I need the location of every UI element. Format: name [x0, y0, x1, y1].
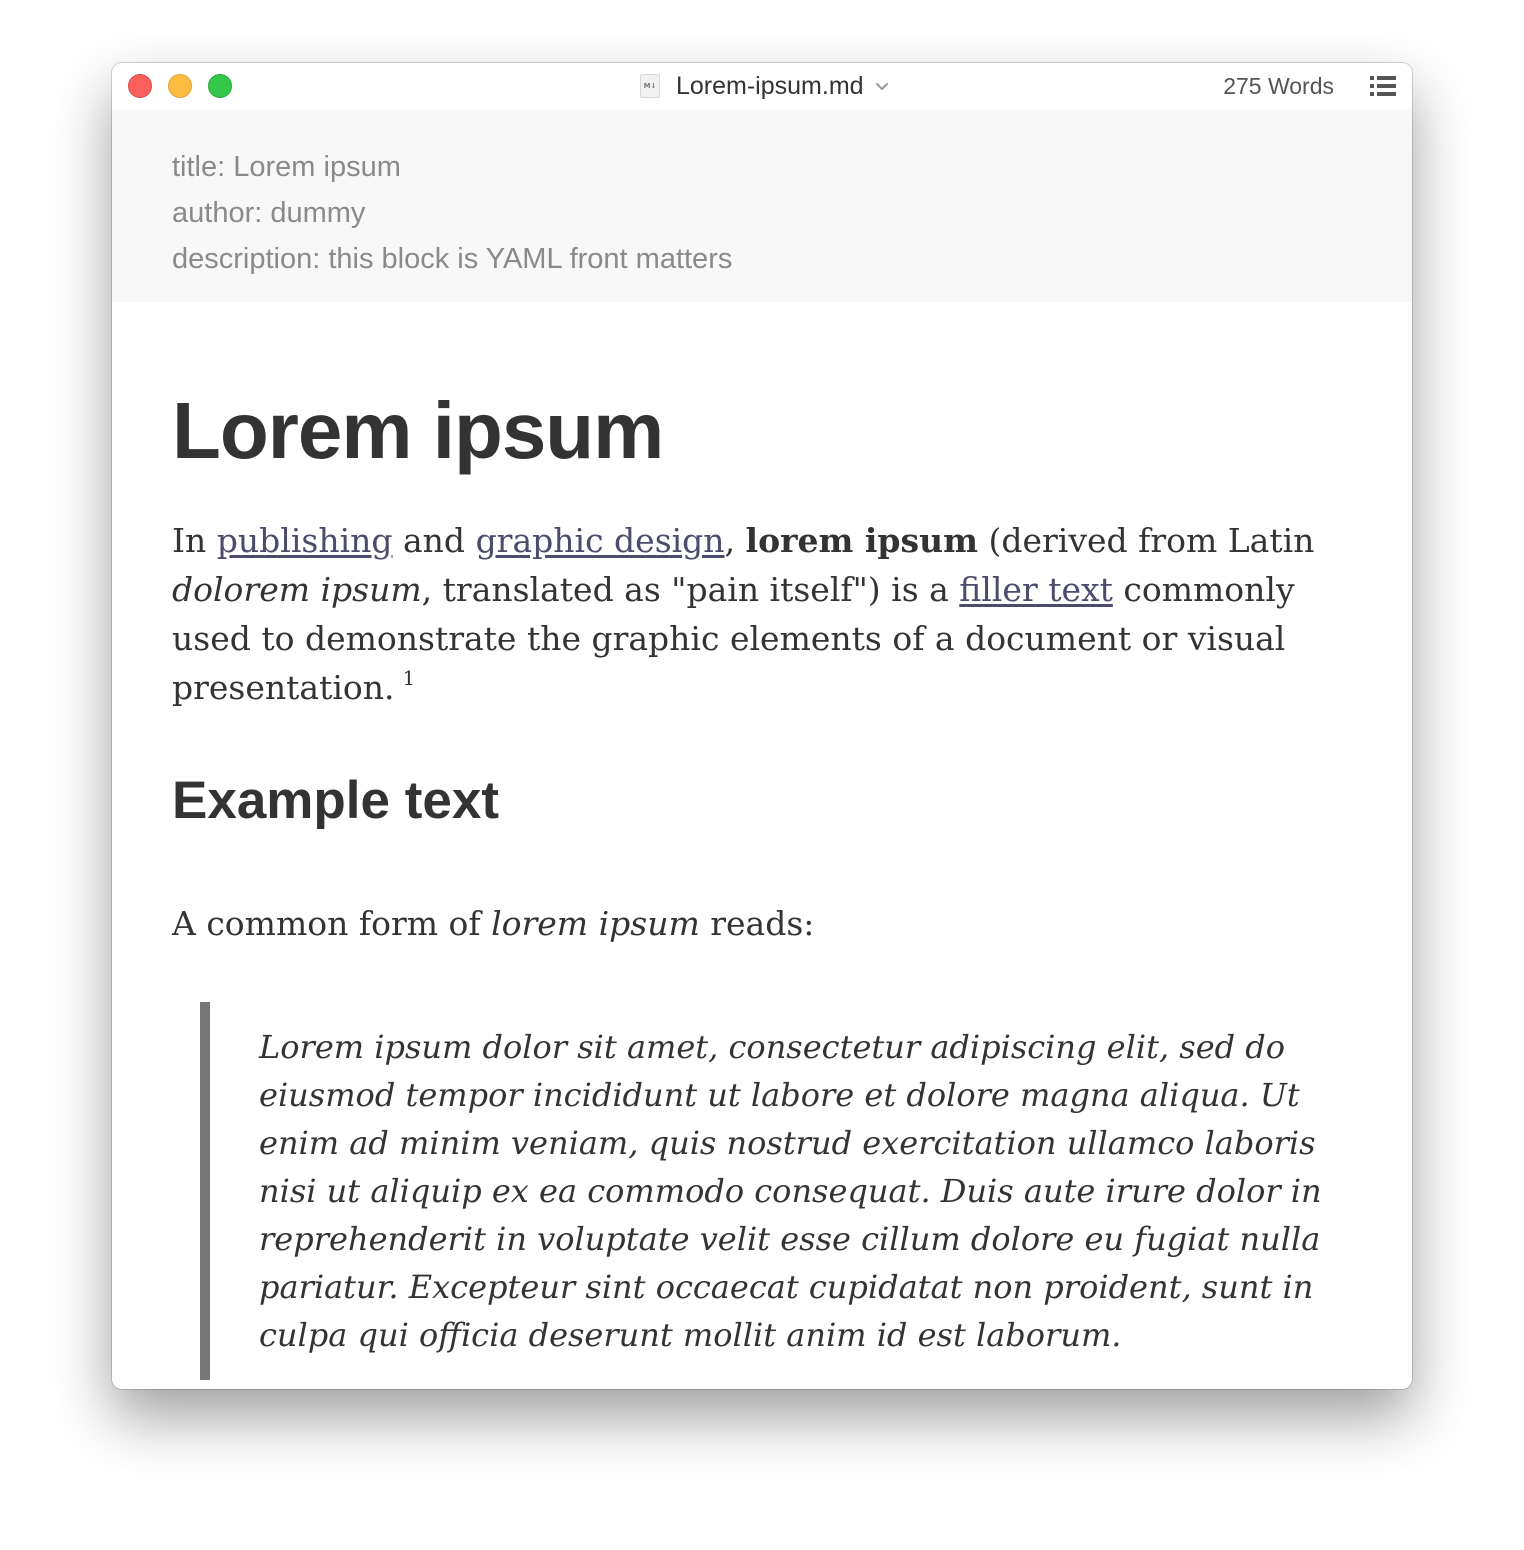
- footnote-ref[interactable]: 1: [403, 666, 416, 690]
- filename: Lorem-ipsum.md: [676, 71, 864, 100]
- minimize-button[interactable]: [168, 74, 192, 98]
- title-bar[interactable]: M↓ Lorem-ipsum.md 275 Words: [112, 63, 1412, 109]
- front-matter-description: description: this block is YAML front ma…: [172, 243, 733, 275]
- blockquote: Lorem ipsum dolor sit amet, consectetur …: [200, 1002, 1350, 1380]
- front-matter-author: author: dummy: [172, 197, 366, 229]
- intro-paragraph: In publishing and graphic design, lorem …: [172, 521, 1315, 707]
- front-matter-title: title: Lorem ipsum: [172, 151, 401, 183]
- document-title[interactable]: M↓ Lorem-ipsum.md: [640, 71, 890, 101]
- outline-list-icon[interactable]: [1370, 75, 1396, 97]
- italic-dolorem-ipsum: dolorem ipsum: [172, 570, 422, 609]
- link-publishing[interactable]: publishing: [217, 521, 393, 560]
- close-button[interactable]: [128, 74, 152, 98]
- chevron-down-icon[interactable]: [874, 78, 890, 94]
- zoom-button[interactable]: [208, 74, 232, 98]
- heading-2: Example text: [172, 771, 499, 830]
- example-paragraph: A common form of lorem ipsum reads:: [172, 904, 815, 943]
- blockquote-text: Lorem ipsum dolor sit amet, consectetur …: [259, 1028, 1322, 1354]
- typora-window: M↓ Lorem-ipsum.md 275 Words title: Lorem…: [112, 63, 1412, 1389]
- bold-lorem-ipsum: lorem ipsum: [745, 521, 978, 560]
- yaml-front-matter[interactable]: title: Lorem ipsum author: dummy descrip…: [112, 109, 1412, 302]
- word-count[interactable]: 275 Words: [1223, 71, 1334, 101]
- markdown-file-icon: M↓: [640, 74, 660, 98]
- link-filler-text[interactable]: filler text: [959, 570, 1113, 609]
- heading-1: Lorem ipsum: [172, 386, 664, 475]
- link-graphic-design[interactable]: graphic design: [476, 521, 725, 560]
